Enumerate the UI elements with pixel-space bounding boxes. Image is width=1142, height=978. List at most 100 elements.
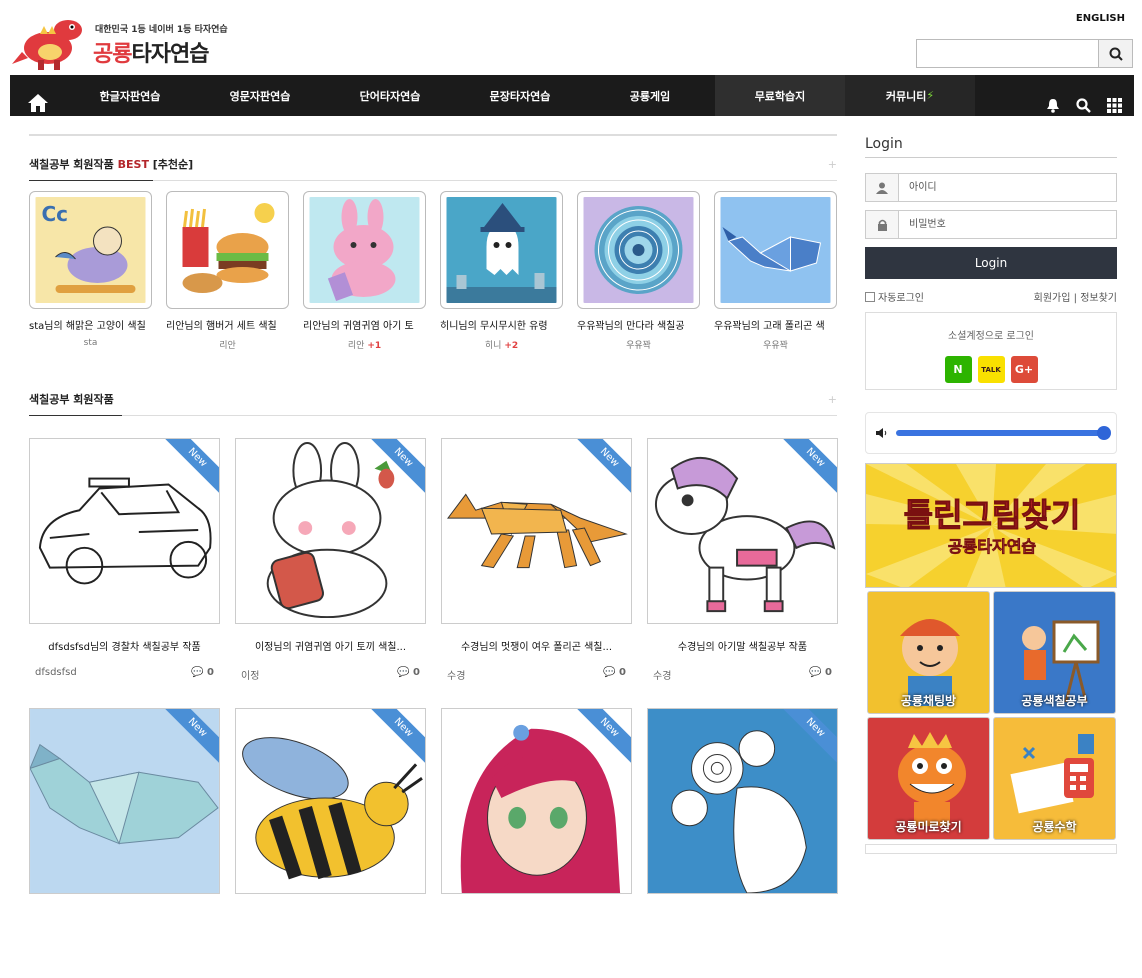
best-card[interactable]: 리안님의 귀염귀염 아기 토 리안 +1 <box>303 191 426 351</box>
user-icon <box>866 174 899 201</box>
best-author: 우유꽉 <box>577 338 700 351</box>
maze-tile[interactable]: 공룡미로찾기 <box>867 717 990 840</box>
search-icon[interactable] <box>1076 98 1091 113</box>
member-thumb[interactable]: New <box>29 438 220 624</box>
best-card[interactable]: 리안님의 햄버거 세트 색칠 리안 <box>166 191 289 351</box>
member-thumb[interactable]: New <box>647 438 838 624</box>
main-content: 색칠공부 회원작품 BEST [추천순] + Cc sta님의 해맑은 고양이 … <box>29 116 838 978</box>
author-name: 우유꽉 <box>763 341 788 351</box>
best-caption[interactable]: 리안님의 햄버거 세트 색칠 <box>166 317 289 332</box>
more-icon[interactable]: + <box>828 393 837 406</box>
best-caption[interactable]: 우유꽉님의 만다라 색칠공 <box>577 317 700 332</box>
nav-english-typing[interactable]: 영문자판연습 <box>195 75 325 116</box>
best-thumb[interactable]: Cc <box>29 191 152 309</box>
tile-label: 공룡색칠공부 <box>1021 694 1088 708</box>
member-caption[interactable]: 이정님의 귀염귀염 아기 토끼 색칠... <box>235 638 426 653</box>
login-button[interactable]: Login <box>865 247 1117 279</box>
nav-dino-game[interactable]: 공룡게임 <box>585 75 715 116</box>
member-thumb[interactable]: New <box>29 708 220 894</box>
home-button[interactable] <box>10 75 65 116</box>
social-login-title: 소셜계정으로 로그인 <box>948 331 1034 342</box>
coloring-tile[interactable]: 공룡색칠공부 <box>993 591 1116 714</box>
member-card[interactable]: New dfsdsfsd님의 경찰차 색칠공부 작품 dfsdsfsd 💬 0 <box>29 438 220 708</box>
divider <box>29 134 837 136</box>
chat-room-tile[interactable]: 공룡채팅방 <box>867 591 990 714</box>
comment-count-value: 0 <box>207 667 214 678</box>
best-author: 히니 +2 <box>440 338 563 351</box>
logo-brand: 공룡타자연습 <box>93 36 209 68</box>
more-icon[interactable]: + <box>828 158 837 171</box>
search-icon <box>1109 47 1123 61</box>
member-card[interactable]: New 수경님의 아기말 색칠공부 작품 수경 💬 0 <box>647 438 838 708</box>
member-card[interactable]: New 이정님의 귀염귀염 아기 토끼 색칠... 이정 💬 0 <box>235 438 426 708</box>
best-caption[interactable]: 히니님의 무시무시한 유령 <box>440 317 563 332</box>
best-caption[interactable]: 우유꽉님의 고래 폴리곤 색 <box>714 317 837 332</box>
best-thumb[interactable] <box>440 191 563 309</box>
volume-slider[interactable] <box>896 426 1111 440</box>
member-thumb[interactable]: New <box>441 708 632 894</box>
best-thumb[interactable] <box>577 191 700 309</box>
member-thumb[interactable]: New <box>441 438 632 624</box>
recommend-count: +1 <box>367 341 382 351</box>
speaker-icon[interactable] <box>876 428 888 438</box>
member-card[interactable]: New 수경님의 멋쟁이 여우 폴리곤 색칠... 수경 💬 0 <box>441 438 632 708</box>
member-card[interactable]: New <box>647 708 838 978</box>
bell-icon[interactable] <box>1046 98 1060 113</box>
nav-community[interactable]: 커뮤니티 ⚡ <box>845 75 975 116</box>
best-title-highlight: BEST <box>117 158 149 171</box>
member-card[interactable]: New <box>441 708 632 978</box>
logo-tagline: 대한민국 1등 네이버 1등 타자연습 <box>95 25 228 35</box>
search-button[interactable] <box>1099 40 1132 67</box>
member-card[interactable]: New <box>235 708 426 978</box>
id-input[interactable]: 아이디 <box>899 174 937 201</box>
best-card[interactable]: 우유꽉님의 만다라 색칠공 우유꽉 <box>577 191 700 351</box>
auto-login-checkbox[interactable]: 자동로그인 <box>865 289 924 304</box>
english-link[interactable]: ENGLISH <box>1076 13 1125 24</box>
best-section-title: 색칠공부 회원작품 BEST [추천순] + <box>29 156 837 181</box>
password-field[interactable]: 비밀번호 <box>865 210 1117 239</box>
member-card[interactable]: New <box>29 708 220 978</box>
best-thumb[interactable] <box>303 191 426 309</box>
nav-korean-typing[interactable]: 한글자판연습 <box>65 75 195 116</box>
join-link[interactable]: 회원가입 <box>1034 293 1071 304</box>
best-caption[interactable]: 리안님의 귀염귀염 아기 토 <box>303 317 426 332</box>
spot-difference-banner[interactable]: 틀린그림찾기 공룡타자연습 <box>865 463 1117 588</box>
math-tile[interactable]: 공룡수학 <box>993 717 1116 840</box>
member-caption[interactable]: 수경님의 멋쟁이 여우 폴리곤 색칠... <box>441 638 632 653</box>
nav-icons <box>1046 75 1134 116</box>
volume-control <box>865 412 1117 454</box>
google-login-button[interactable]: G+ <box>1010 356 1038 383</box>
naver-login-button[interactable]: N <box>944 356 972 383</box>
title-underline <box>29 180 153 181</box>
password-input[interactable]: 비밀번호 <box>899 211 946 238</box>
best-card[interactable]: 히니님의 무시무시한 유령 히니 +2 <box>440 191 563 351</box>
member-thumb[interactable]: New <box>647 708 838 894</box>
member-thumb[interactable]: New <box>235 708 426 894</box>
site-logo[interactable]: 대한민국 1등 네이버 1등 타자연습 공룡타자연습 <box>10 12 230 72</box>
comment-count: 💬 0 <box>397 667 420 678</box>
id-field[interactable]: 아이디 <box>865 173 1117 202</box>
grid-menu-icon[interactable] <box>1107 98 1122 113</box>
find-info-link[interactable]: 정보찾기 <box>1080 293 1117 304</box>
volume-knob[interactable] <box>1097 426 1111 440</box>
best-author: 리안 +1 <box>303 338 426 351</box>
best-card[interactable]: Cc sta님의 해맑은 고양이 색칠 sta <box>29 191 152 351</box>
member-thumb[interactable]: New <box>235 438 426 624</box>
best-thumb[interactable] <box>166 191 289 309</box>
kakao-login-button[interactable]: TALK <box>977 356 1005 383</box>
bee-coloring-image <box>236 709 425 893</box>
nav-word-typing[interactable]: 단어타자연습 <box>325 75 455 116</box>
best-card[interactable]: 우유꽉님의 고래 폴리곤 색 우유꽉 <box>714 191 837 351</box>
author-name: dfsdsfsd <box>35 667 77 678</box>
search-input[interactable] <box>917 40 1099 67</box>
comment-count: 💬 0 <box>603 667 626 678</box>
best-author: sta <box>29 338 152 348</box>
nav-sentence-typing[interactable]: 문장타자연습 <box>455 75 585 116</box>
nav-free-worksheets[interactable]: 무료학습지 <box>715 75 845 116</box>
member-caption[interactable]: dfsdsfsd님의 경찰차 색칠공부 작품 <box>29 638 220 653</box>
best-thumb[interactable] <box>714 191 837 309</box>
best-title-tail: [추천순] <box>148 158 194 171</box>
member-caption[interactable]: 수경님의 아기말 색칠공부 작품 <box>647 638 838 653</box>
flower-face-coloring-image <box>648 709 837 893</box>
best-caption[interactable]: sta님의 해맑은 고양이 색칠 <box>29 317 152 332</box>
